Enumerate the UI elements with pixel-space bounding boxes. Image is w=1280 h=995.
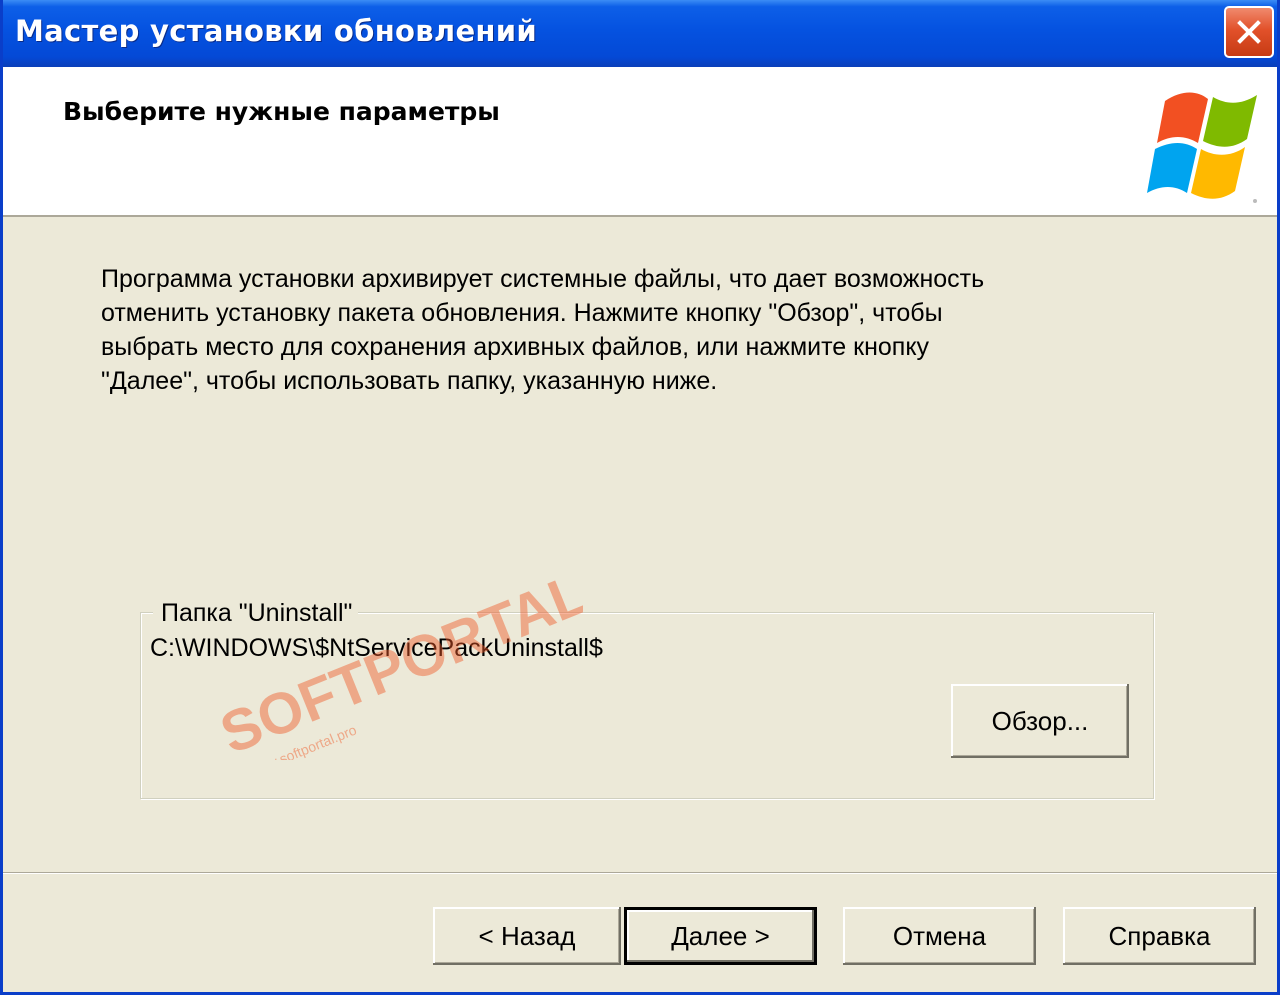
footer-separator (3, 872, 1277, 874)
wizard-window: Мастер установки обновлений Выберите нуж… (0, 0, 1280, 995)
cancel-button[interactable]: Отмена (843, 907, 1036, 965)
page-title: Выберите нужные параметры (63, 97, 500, 126)
close-button[interactable] (1224, 6, 1274, 58)
window-title: Мастер установки обновлений (15, 14, 538, 48)
description-text: Программа установки архивирует системные… (101, 265, 985, 395)
wizard-header: Выберите нужные параметры (3, 67, 1277, 217)
folder-path: C:\WINDOWS\$NtServicePackUninstall$ (150, 634, 603, 662)
windows-logo-icon (1147, 92, 1257, 203)
title-bar[interactable]: Мастер установки обновлений (3, 0, 1277, 67)
next-button[interactable]: Далее > (624, 907, 817, 965)
help-button[interactable]: Справка (1063, 907, 1256, 965)
folder-group-label: Папка "Uninstall" (153, 599, 359, 628)
close-icon (1237, 20, 1261, 44)
back-button[interactable]: < Назад (433, 907, 621, 965)
browse-button[interactable]: Обзор... (951, 684, 1129, 758)
